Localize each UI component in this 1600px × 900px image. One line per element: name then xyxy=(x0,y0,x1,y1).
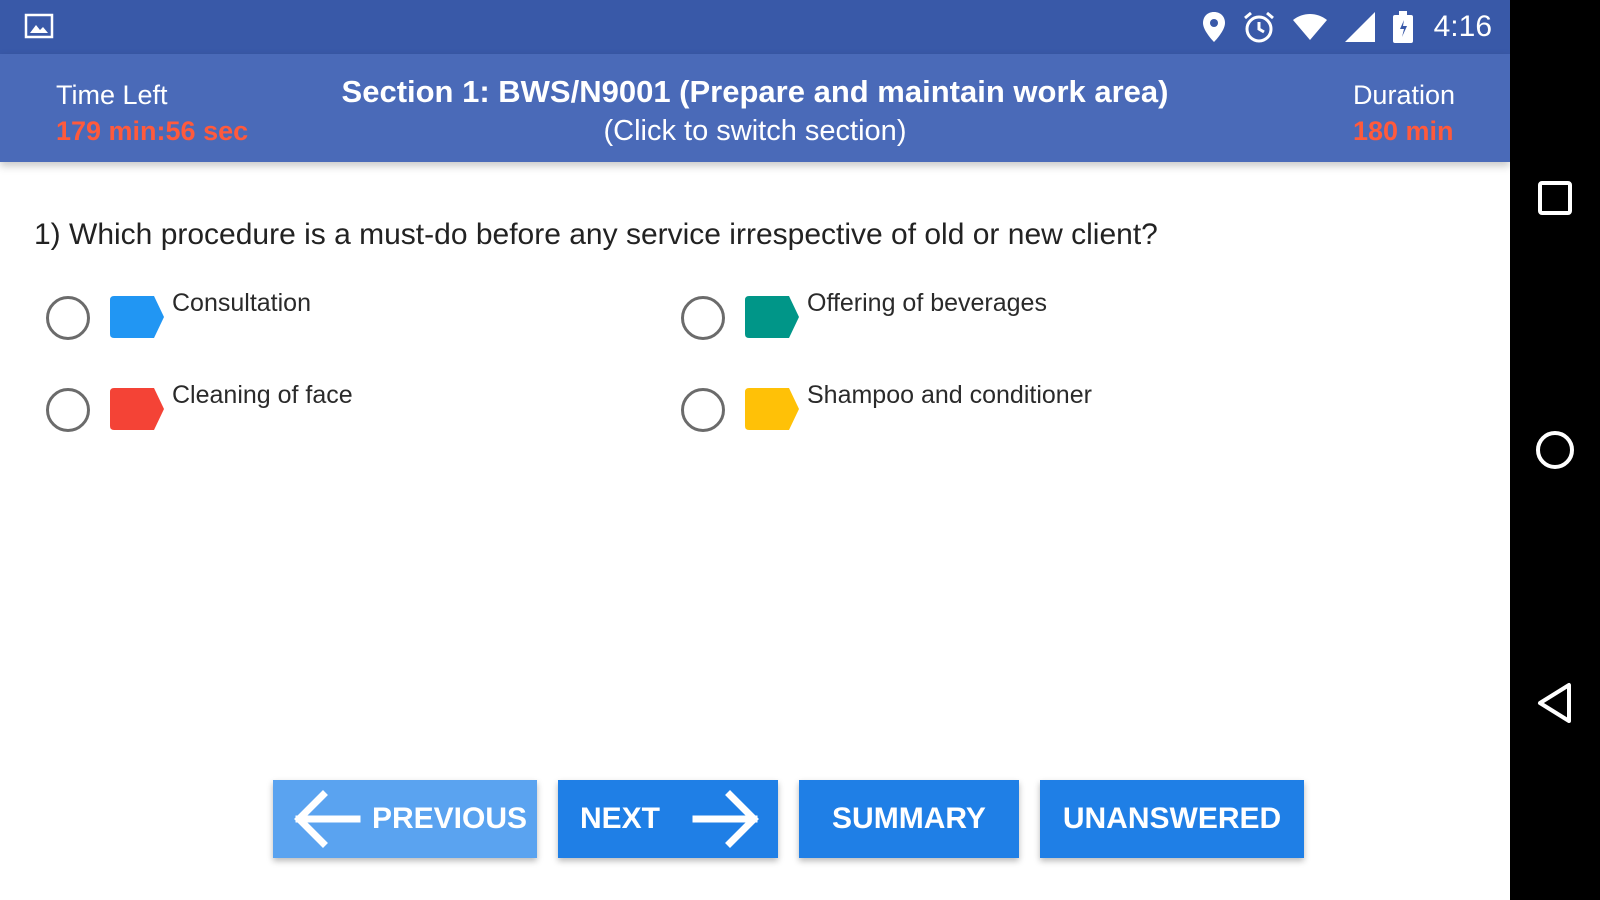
unanswered-button[interactable]: UNANSWERED xyxy=(1040,780,1304,858)
wifi-icon xyxy=(1292,14,1327,40)
next-label[interactable]: NEXT xyxy=(580,802,660,836)
option-cleaning-face[interactable]: Cleaning of face xyxy=(46,380,353,432)
option-consultation[interactable]: Consultation xyxy=(46,288,311,340)
recents-icon xyxy=(1538,181,1572,215)
battery-icon xyxy=(1392,11,1413,43)
tag-shape xyxy=(745,388,799,430)
signal-icon xyxy=(1344,12,1375,42)
back-icon xyxy=(1538,683,1571,723)
gallery-icon xyxy=(24,13,54,39)
exam-header: Time Left 179 min:56 sec Section 1: BWS/… xyxy=(0,54,1510,162)
navigation-bar xyxy=(1510,0,1600,900)
tag-shape xyxy=(110,296,164,338)
option-label[interactable]: Offering of beverages xyxy=(807,288,1047,318)
recents-button[interactable] xyxy=(1510,158,1600,238)
section-title[interactable]: Section 1: BWS/N9001 (Prepare and mainta… xyxy=(250,72,1260,112)
question-text: 1) Which procedure is a must-do before a… xyxy=(34,218,1158,251)
option-label[interactable]: Consultation xyxy=(172,288,311,318)
alarm-icon xyxy=(1243,11,1274,43)
home-icon xyxy=(1536,431,1574,469)
status-icons: 4:16 xyxy=(1202,0,1492,54)
arrow-left-icon xyxy=(294,790,361,848)
duration: Duration 180 min xyxy=(1353,78,1455,150)
tag-icon xyxy=(110,388,164,430)
option-beverages[interactable]: Offering of beverages xyxy=(681,288,1047,340)
time-left-value: 179 min:56 sec xyxy=(56,116,249,146)
tag-icon xyxy=(745,296,799,338)
previous-label[interactable]: PREVIOUS xyxy=(372,802,527,836)
tag-shape xyxy=(110,388,164,430)
tag-shape xyxy=(745,296,799,338)
radio-button[interactable] xyxy=(46,296,90,340)
duration-value: 180 min xyxy=(1352,116,1454,146)
arrow-right-icon xyxy=(692,790,759,848)
previous-button[interactable]: PREVIOUS xyxy=(273,780,537,858)
summary-button[interactable]: SUMMARY xyxy=(799,780,1019,858)
time-left: Time Left 179 min:56 sec xyxy=(56,78,248,150)
home-button[interactable] xyxy=(1510,410,1600,490)
radio-button[interactable] xyxy=(46,388,90,432)
time-left-label: Time Left xyxy=(56,80,168,110)
radio-button[interactable] xyxy=(681,296,725,340)
option-label[interactable]: Shampoo and conditioner xyxy=(807,380,1092,410)
clock: 4:16 xyxy=(1433,10,1492,43)
status-bar: 4:16 xyxy=(0,0,1510,54)
section-subtitle[interactable]: (Click to switch section) xyxy=(250,112,1260,150)
tag-icon xyxy=(110,296,164,338)
location-icon xyxy=(1202,12,1225,42)
tag-icon xyxy=(745,388,799,430)
duration-label: Duration xyxy=(1352,80,1455,110)
option-label[interactable]: Cleaning of face xyxy=(172,380,353,410)
back-button[interactable] xyxy=(1510,663,1600,743)
option-shampoo[interactable]: Shampoo and conditioner xyxy=(681,380,1092,432)
section-switcher[interactable]: Section 1: BWS/N9001 (Prepare and mainta… xyxy=(250,72,1260,150)
radio-button[interactable] xyxy=(681,388,725,432)
next-button[interactable]: NEXT xyxy=(558,780,778,858)
